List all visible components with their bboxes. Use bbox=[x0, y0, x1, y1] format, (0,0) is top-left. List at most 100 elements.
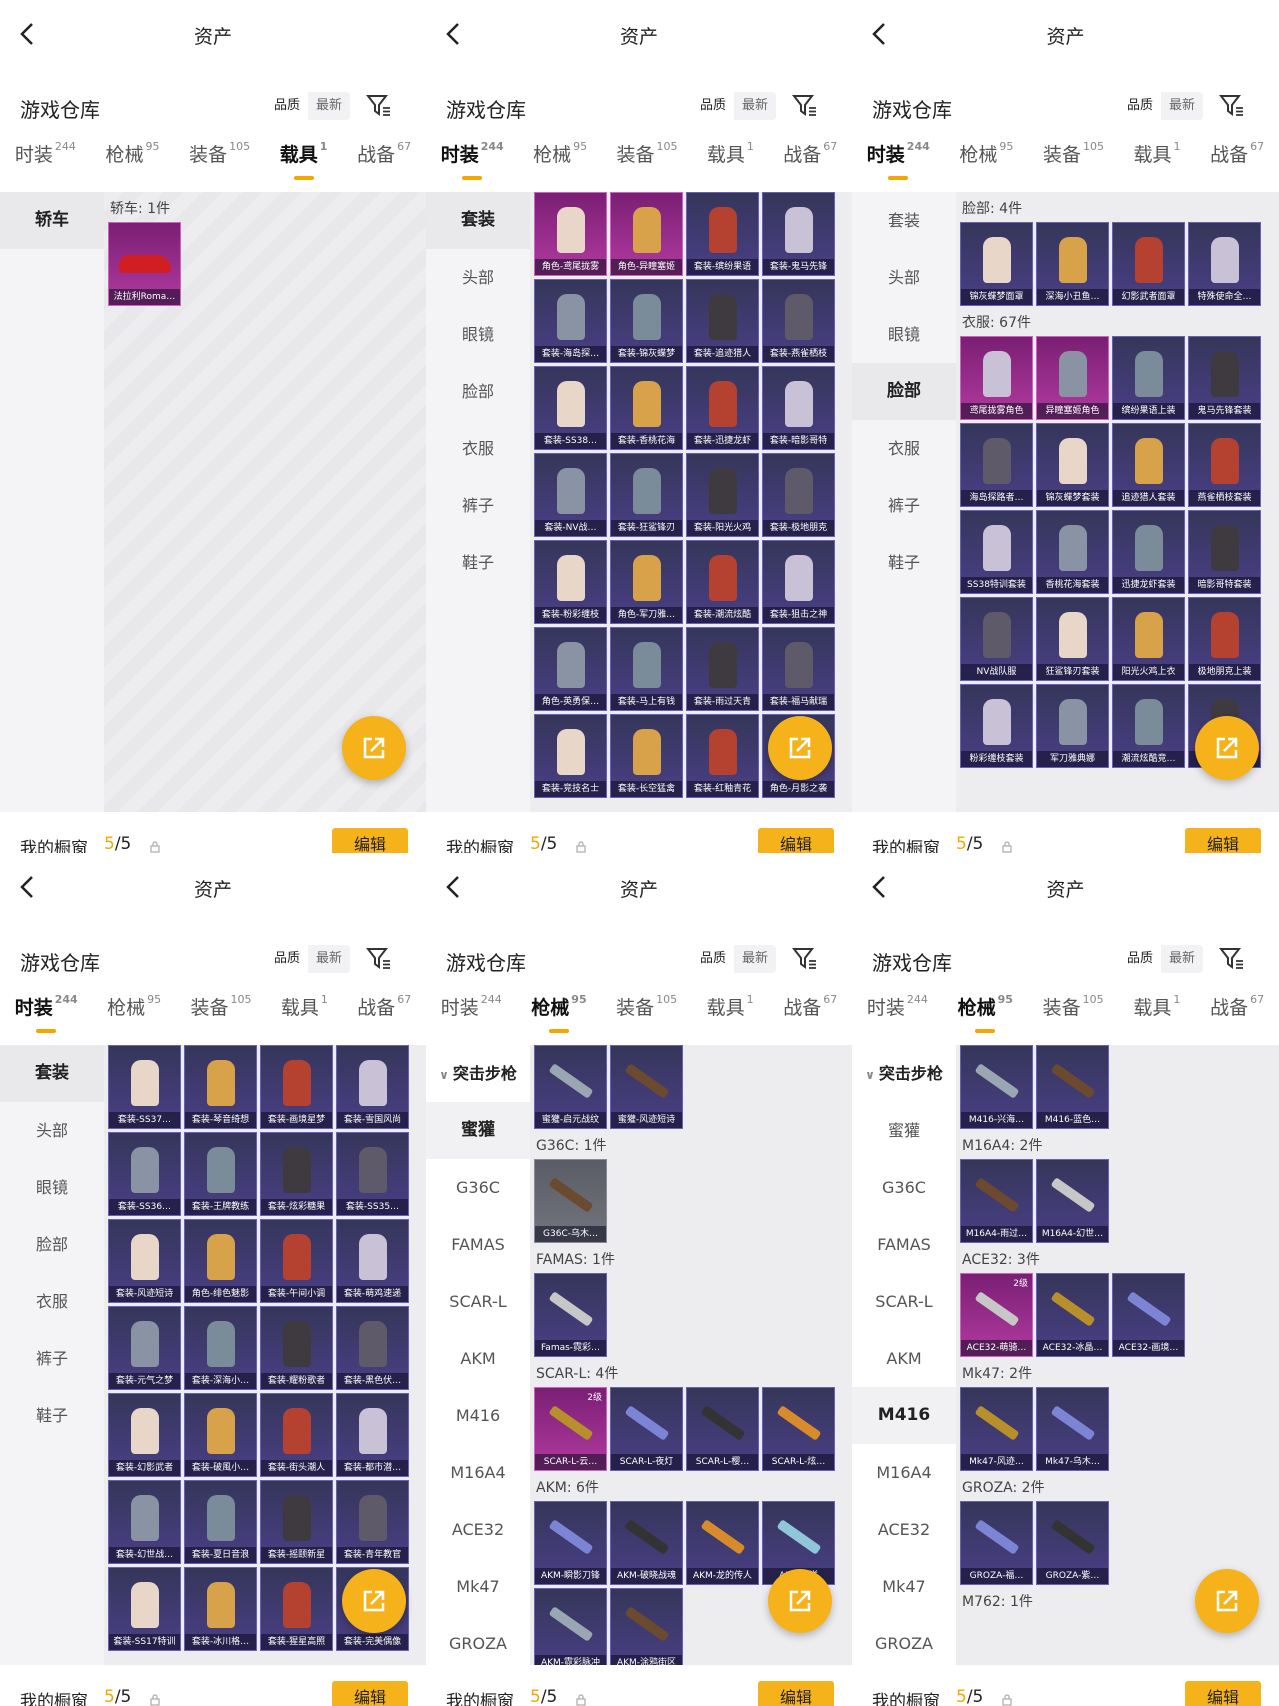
filter-icon[interactable] bbox=[1218, 92, 1245, 118]
item-card[interactable]: 套装-鬼马先锋 bbox=[762, 192, 835, 276]
item-card[interactable]: 套装-缤纷果语 bbox=[686, 192, 759, 276]
item-card[interactable]: 特殊使命全… bbox=[1188, 222, 1261, 306]
item-card[interactable]: 套装-幻影武者 bbox=[108, 1393, 181, 1477]
item-card[interactable]: 套装-耀粉歌者 bbox=[260, 1306, 333, 1390]
sidebar-item[interactable]: 鞋子 bbox=[426, 534, 530, 591]
item-card[interactable]: M16A4-雨过… bbox=[960, 1159, 1033, 1243]
sidebar-group-header[interactable]: ∨ 突击步枪 bbox=[852, 1045, 956, 1102]
item-card[interactable]: 香桃花海套装 bbox=[1036, 510, 1109, 594]
item-card[interactable]: NV战队服 bbox=[960, 597, 1033, 681]
item-card[interactable]: 蜜獾-启元战纹 bbox=[534, 1045, 607, 1129]
sort-quality-option[interactable]: 品质 bbox=[265, 92, 308, 120]
item-card[interactable]: 迅捷龙虾套装 bbox=[1112, 510, 1185, 594]
item-card[interactable]: 套装-潮流炫酷 bbox=[686, 540, 759, 624]
sidebar-item[interactable]: GROZA bbox=[852, 1615, 956, 1672]
item-card[interactable]: 法拉利Roma… bbox=[108, 222, 181, 306]
item-card[interactable]: SS38特训套装 bbox=[960, 510, 1033, 594]
item-card[interactable]: ACE32-冰晶… bbox=[1036, 1273, 1109, 1357]
tab-category[interactable]: 枪械 95 bbox=[533, 140, 587, 186]
tab-category[interactable]: 时装 244 bbox=[441, 140, 504, 186]
sidebar-item[interactable]: 衣服 bbox=[0, 1273, 104, 1330]
sidebar-item[interactable]: M416 bbox=[426, 1387, 530, 1444]
tab-category[interactable]: 时装 244 bbox=[15, 993, 78, 1039]
item-card[interactable]: 套装-马上有钱 bbox=[610, 627, 683, 711]
item-card[interactable]: 套装-SS17特训 bbox=[108, 1567, 181, 1651]
filter-icon[interactable] bbox=[791, 945, 818, 971]
edit-button[interactable]: 编辑 bbox=[1185, 1681, 1261, 1706]
sort-latest-option[interactable]: 最新 bbox=[307, 945, 350, 973]
sidebar-item[interactable]: 蜜獾 bbox=[426, 1102, 530, 1159]
item-card[interactable]: SCAR-L-炫… bbox=[762, 1387, 835, 1471]
item-card[interactable]: AKM-破晓战魂 bbox=[610, 1501, 683, 1585]
item-card[interactable]: 套装-粉彩缠枝 bbox=[534, 540, 607, 624]
item-card[interactable]: 套装-都市潜… bbox=[336, 1393, 409, 1477]
item-card[interactable]: 套装-极地朋克 bbox=[762, 453, 835, 537]
filter-icon[interactable] bbox=[365, 92, 392, 118]
tab-category[interactable]: 时装 244 bbox=[15, 140, 76, 186]
sort-toggle[interactable]: 品质 最新 bbox=[1118, 945, 1203, 973]
sort-toggle[interactable]: 品质 最新 bbox=[1118, 92, 1203, 120]
tab-category[interactable]: 战备 67 bbox=[1210, 140, 1264, 186]
item-card[interactable]: 燕雀栖枝套装 bbox=[1188, 423, 1261, 507]
sort-quality-option[interactable]: 品质 bbox=[1118, 945, 1161, 973]
item-card[interactable]: 套装-冰川格… bbox=[184, 1567, 257, 1651]
sidebar-item[interactable]: FAMAS bbox=[426, 1216, 530, 1273]
item-card[interactable]: M16A4-幻世… bbox=[1036, 1159, 1109, 1243]
item-card[interactable]: 套装-雪国风尚 bbox=[336, 1045, 409, 1129]
item-card[interactable]: 粉彩缠枝套装 bbox=[960, 684, 1033, 768]
item-card[interactable]: 锦灰蝶梦套装 bbox=[1036, 423, 1109, 507]
item-card[interactable]: 套装-夏日音浪 bbox=[184, 1480, 257, 1564]
item-card[interactable]: 阳光火鸡上衣 bbox=[1112, 597, 1185, 681]
sidebar-item[interactable]: 鞋子 bbox=[852, 534, 956, 591]
item-card[interactable]: 2级 ACE32-萌骑… bbox=[960, 1273, 1033, 1357]
item-card[interactable]: GROZA-紫… bbox=[1036, 1501, 1109, 1585]
tab-category[interactable]: 装备 105 bbox=[616, 993, 677, 1039]
item-card[interactable]: M416-蓝色… bbox=[1036, 1045, 1109, 1129]
share-export-button[interactable] bbox=[768, 716, 832, 780]
item-card[interactable]: 角色-英勇保… bbox=[534, 627, 607, 711]
item-card[interactable]: 套装-风迹短诗 bbox=[108, 1219, 181, 1303]
share-export-button[interactable] bbox=[1195, 716, 1259, 780]
item-card[interactable]: SCAR-L-樱… bbox=[686, 1387, 759, 1471]
tab-category[interactable]: 载具 1 bbox=[707, 993, 754, 1039]
item-card[interactable]: AKM-龙的传人 bbox=[686, 1501, 759, 1585]
edit-button[interactable]: 编辑 bbox=[332, 828, 408, 853]
item-card[interactable]: 2级 SCAR-L-云… bbox=[534, 1387, 607, 1471]
item-card[interactable]: 套装-王牌教练 bbox=[184, 1132, 257, 1216]
tab-category[interactable]: 装备 105 bbox=[189, 140, 250, 186]
sidebar-item[interactable]: 裤子 bbox=[852, 477, 956, 534]
item-card[interactable]: 角色-鸢尾拢雾 bbox=[534, 192, 607, 276]
tab-category[interactable]: 载具 1 bbox=[1133, 993, 1180, 1039]
tab-category[interactable]: 装备 105 bbox=[1043, 993, 1104, 1039]
item-card[interactable]: 套装-炫彩糖果 bbox=[260, 1132, 333, 1216]
sort-quality-option[interactable]: 品质 bbox=[1118, 92, 1161, 120]
item-card[interactable]: 套装-雨过天青 bbox=[686, 627, 759, 711]
tab-category[interactable]: 枪械 95 bbox=[958, 993, 1013, 1039]
item-card[interactable]: 套装-元气之梦 bbox=[108, 1306, 181, 1390]
tab-category[interactable]: 战备 67 bbox=[357, 140, 411, 186]
item-card[interactable]: 套装-猩星高照 bbox=[260, 1567, 333, 1651]
sidebar-item[interactable]: Mk47 bbox=[852, 1558, 956, 1615]
item-card[interactable]: 军刀雅典娜 bbox=[1036, 684, 1109, 768]
sidebar-item[interactable]: 眼镜 bbox=[852, 306, 956, 363]
item-card[interactable]: 套装-阳光火鸡 bbox=[686, 453, 759, 537]
item-card[interactable]: AKM-涂鸦街区 bbox=[610, 1588, 683, 1665]
sidebar-item[interactable]: 衣服 bbox=[426, 420, 530, 477]
sort-quality-option[interactable]: 品质 bbox=[691, 945, 734, 973]
filter-icon[interactable] bbox=[1218, 945, 1245, 971]
item-card[interactable]: SCAR-L-夜灯 bbox=[610, 1387, 683, 1471]
item-card[interactable]: GROZA-福… bbox=[960, 1501, 1033, 1585]
item-card[interactable]: 套装-萌鸡速递 bbox=[336, 1219, 409, 1303]
item-card[interactable]: 套装-竞技名士 bbox=[534, 714, 607, 798]
tab-category[interactable]: 载具 1 bbox=[281, 993, 328, 1039]
filter-icon[interactable] bbox=[365, 945, 392, 971]
sort-quality-option[interactable]: 品质 bbox=[691, 92, 734, 120]
item-card[interactable]: 套装-燕雀栖枝 bbox=[762, 279, 835, 363]
item-card[interactable]: 套装-摇颐新星 bbox=[260, 1480, 333, 1564]
tab-category[interactable]: 载具 1 bbox=[280, 140, 328, 186]
item-card[interactable]: ACE32-画境… bbox=[1112, 1273, 1185, 1357]
item-card[interactable]: 套装-深海小… bbox=[184, 1306, 257, 1390]
sidebar-item[interactable]: 套装 bbox=[852, 192, 956, 249]
tab-category[interactable]: 载具 1 bbox=[1134, 140, 1181, 186]
item-card[interactable]: 角色-军刀雅… bbox=[610, 540, 683, 624]
